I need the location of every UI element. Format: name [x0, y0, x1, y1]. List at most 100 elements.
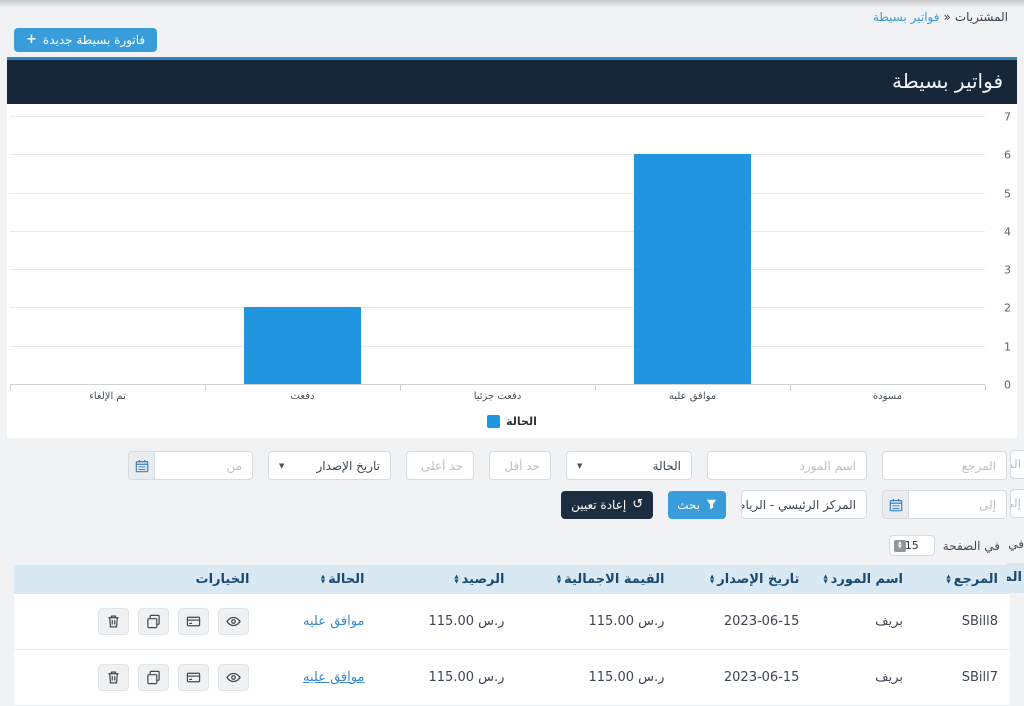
y-axis-tick-label: 3 [1004, 264, 1011, 277]
calendar-icon[interactable] [129, 452, 155, 479]
x-axis-label: مسودة [790, 391, 985, 402]
copy-icon [146, 614, 161, 629]
sort-icon[interactable]: ▲▼ [454, 575, 458, 584]
reference-cell: SBill8 [915, 594, 1010, 650]
column-header-label: الحالة [328, 572, 364, 587]
breadcrumb-separator: « [943, 10, 950, 24]
branch-select-value: المركز الرئيسي - الرياض،ال [741, 498, 856, 512]
row-actions [26, 608, 249, 635]
payments-button[interactable] [178, 608, 209, 635]
view-button[interactable] [218, 608, 249, 635]
date-type-select[interactable]: تاريخ الإصدار ▼ [268, 451, 391, 480]
column-header-6[interactable]: الحالة▲▼ [261, 565, 376, 594]
supplier-name-input[interactable] [707, 451, 867, 480]
new-invoice-label: فاتورة بسيطة جديدة [43, 33, 145, 47]
x-axis-tick [790, 385, 791, 391]
status-select[interactable]: الحالة ▼ [566, 451, 692, 480]
status-cell: موافق عليه [261, 650, 376, 706]
y-axis-tick-label: 5 [1004, 187, 1011, 200]
date-from-input[interactable] [155, 452, 252, 479]
per-page-control: في الصفحة ▲▼ 15 [7, 535, 1000, 556]
view-button[interactable] [218, 664, 249, 691]
search-button[interactable]: بحث [668, 491, 726, 519]
duplicate-button[interactable] [138, 608, 169, 635]
clipped-table-header-fragment: المرجع [1007, 563, 1024, 593]
stepper-icon[interactable]: ▲▼ [894, 540, 906, 552]
column-header-4[interactable]: القيمة الاجمالية▲▼ [516, 565, 676, 594]
table-row: SBill8بريف2023-06-15ر.س 115.00ر.س 115.00… [14, 594, 1010, 650]
column-header-3[interactable]: تاريخ الإصدار▲▼ [676, 565, 811, 594]
x-axis-tick [595, 385, 596, 391]
column-header-label: الرصيد [462, 572, 505, 587]
filter-row-2: المركز الرئيسي - الرياض،ال بحث ↺ إعادة ت… [7, 490, 1007, 519]
gridline [10, 307, 985, 308]
filters-panel: الحالة ▼ تاريخ الإصدار ▼ [7, 451, 1007, 519]
date-type-select-label: تاريخ الإصدار [317, 459, 381, 473]
x-axis-label: دفعت [205, 391, 400, 402]
trash-icon [106, 614, 121, 629]
bar-دفعت [244, 307, 361, 384]
supplier-cell: بريف [811, 594, 915, 650]
date-to-input[interactable] [909, 491, 1006, 518]
delete-button[interactable] [98, 608, 129, 635]
sort-icon[interactable]: ▲▼ [710, 575, 714, 584]
column-header-label: القيمة الاجمالية [564, 572, 664, 587]
copy-icon [146, 670, 161, 685]
filter-row-1: الحالة ▼ تاريخ الإصدار ▼ [7, 451, 1007, 480]
clipped-date-to-input-fragment: إلى [1010, 489, 1024, 518]
chart-plot: 01234567 [10, 117, 985, 385]
credit-card-icon [186, 614, 201, 629]
reference-input[interactable] [882, 451, 1007, 480]
trash-icon [106, 670, 121, 685]
y-axis-tick-label: 7 [1004, 111, 1011, 124]
clipped-reference-input-fragment: المرجع [1010, 450, 1024, 479]
new-invoice-button[interactable]: فاتورة بسيطة جديدة + [14, 28, 157, 52]
x-axis-tick [10, 385, 11, 391]
options-cell [14, 650, 261, 706]
breadcrumb-parent[interactable]: المشتريات [955, 10, 1008, 24]
column-header-1[interactable]: المرجع ▲▼ [915, 565, 1010, 594]
sort-icon[interactable]: ▲▼ [557, 575, 561, 584]
x-axis-labels: مسودةموافق عليهدفعت جزئيادفعتتم الإلغاء [10, 391, 985, 402]
y-axis-tick-label: 0 [1004, 379, 1011, 392]
gridline [10, 116, 985, 117]
filter-funnel-icon [706, 499, 717, 510]
payments-button[interactable] [178, 664, 209, 691]
options-cell [14, 594, 261, 650]
branch-select[interactable]: المركز الرئيسي - الرياض،ال [741, 490, 867, 519]
issue-date-cell: 2023-06-15 [676, 650, 811, 706]
min-limit-input[interactable] [489, 451, 551, 480]
calendar-icon[interactable] [883, 491, 909, 518]
actions-bar: فاتورة بسيطة جديدة + [0, 24, 1024, 57]
per-page-input[interactable]: ▲▼ 15 [889, 535, 935, 556]
sort-icon[interactable]: ▲▼ [946, 575, 950, 584]
y-axis-tick-label: 4 [1004, 225, 1011, 238]
reset-button[interactable]: ↺ إعادة تعيين [561, 491, 653, 519]
eye-icon [226, 614, 241, 629]
column-header-label: المرجع [954, 572, 998, 587]
clipped-per-page-text-fragment: في الصفحة [1009, 537, 1024, 551]
status-link[interactable]: موافق عليه [303, 614, 364, 629]
search-button-label: بحث [677, 498, 700, 512]
bar-موافق عليه [634, 154, 751, 384]
column-header-5[interactable]: الرصيد ▲▼ [376, 565, 516, 594]
gridline [10, 193, 985, 194]
delete-button[interactable] [98, 664, 129, 691]
column-header-label: اسم المورد [831, 572, 903, 587]
max-limit-input[interactable] [406, 451, 474, 480]
sort-icon[interactable]: ▲▼ [823, 575, 827, 584]
per-page-value: 15 [905, 539, 919, 552]
duplicate-button[interactable] [138, 664, 169, 691]
table-header-row: المرجع▲▼اسم المورد▲▼تاريخ الإصدار▲▼القيم… [14, 565, 1010, 594]
chart-legend[interactable]: الحالة [7, 415, 1017, 428]
sort-icon[interactable]: ▲▼ [321, 575, 325, 584]
x-axis-tick [400, 385, 401, 391]
status-link[interactable]: موافق عليه [303, 670, 364, 685]
breadcrumb-current[interactable]: فواتير بسيطة [873, 10, 940, 24]
y-axis-tick-label: 1 [1004, 340, 1011, 353]
column-header-2[interactable]: اسم المورد ▲▼ [811, 565, 915, 594]
caret-down-icon: ▼ [279, 462, 284, 470]
caret-down-icon: ▼ [577, 462, 582, 470]
legend-swatch [487, 415, 500, 428]
gridline [10, 346, 985, 347]
